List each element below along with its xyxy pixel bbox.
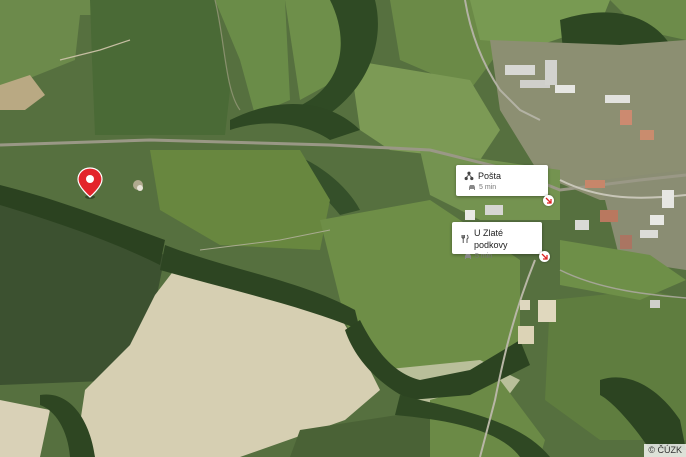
poi-direction-marker-icon — [543, 195, 554, 206]
map-attribution[interactable]: © ČÚZK — [644, 444, 686, 457]
poi-travel-time: 5 min — [479, 184, 497, 191]
poi-direction-marker-icon — [539, 251, 550, 262]
car-icon — [464, 253, 472, 260]
post-office-icon — [464, 171, 474, 181]
poi-card-posta[interactable]: Pošta 5 min — [456, 165, 548, 196]
satellite-imagery — [0, 0, 686, 457]
map-view[interactable]: Pošta 5 min U Zlaté podkovy 5 min © ČÚZK — [0, 0, 686, 457]
poi-name: U Zlaté podkovy — [474, 228, 508, 250]
location-pin-icon[interactable] — [76, 166, 104, 200]
poi-card-u-zlate-podkovy[interactable]: U Zlaté podkovy 5 min — [452, 222, 542, 260]
poi-travel-time: 5 min — [475, 253, 493, 260]
poi-name: Pošta — [478, 171, 502, 181]
car-icon — [468, 184, 476, 191]
restaurant-icon — [460, 234, 470, 244]
